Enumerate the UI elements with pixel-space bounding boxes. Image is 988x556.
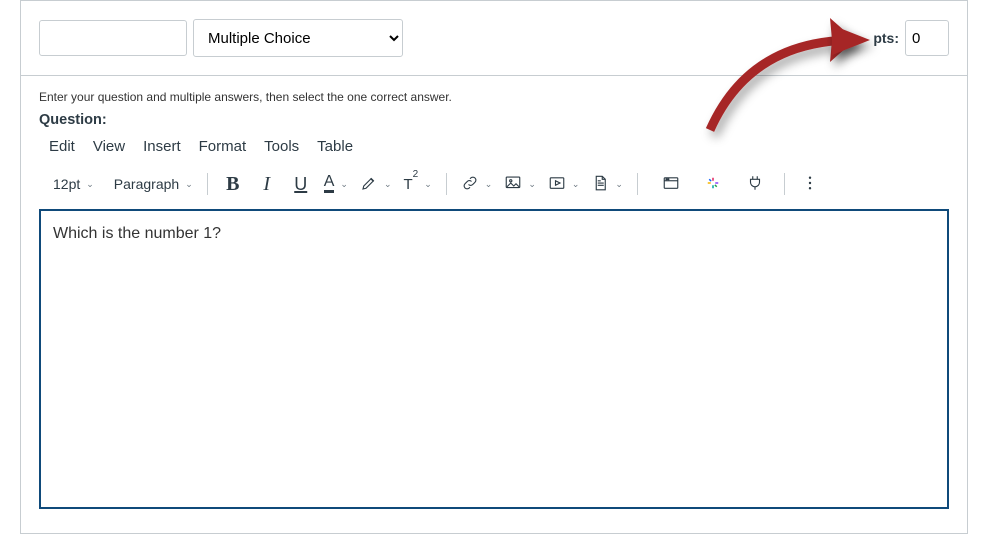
chevron-down-icon: ⌄	[384, 179, 392, 190]
chevron-down-icon: ⌄	[485, 179, 493, 190]
image-button[interactable]: ⌄	[500, 171, 540, 197]
question-header-bar: Multiple Choice pts:	[21, 1, 967, 76]
embed-button[interactable]	[740, 171, 770, 197]
document-icon	[591, 174, 609, 195]
plug-icon	[746, 174, 764, 195]
bold-button[interactable]: B	[218, 171, 248, 197]
menu-tools[interactable]: Tools	[264, 138, 299, 155]
italic-icon: I	[263, 173, 270, 196]
chevron-down-icon: ⌄	[615, 179, 623, 190]
underline-button[interactable]: U	[286, 171, 316, 197]
instruction-text: Enter your question and multiple answers…	[39, 90, 949, 104]
points-label: pts:	[873, 30, 899, 46]
menu-format[interactable]: Format	[199, 138, 247, 155]
editor-toolbar: 12pt ⌄ Paragraph ⌄ B I U A ⌄	[39, 167, 949, 209]
chevron-down-icon: ⌄	[340, 179, 348, 190]
superscript-button[interactable]: T2 ⌄	[400, 171, 436, 197]
highlighter-icon	[360, 174, 378, 195]
font-size-dropdown[interactable]: 12pt ⌄	[49, 176, 98, 192]
image-icon	[504, 174, 522, 195]
more-button[interactable]	[795, 171, 825, 197]
question-text-editor[interactable]: Which is the number 1?	[39, 209, 949, 509]
separator	[784, 173, 785, 195]
italic-button[interactable]: I	[252, 171, 282, 197]
chevron-down-icon: ⌄	[185, 179, 193, 190]
text-color-icon: A	[324, 175, 335, 193]
chevron-down-icon: ⌄	[528, 179, 536, 190]
sparkle-button[interactable]	[698, 171, 728, 197]
bold-icon: B	[226, 173, 239, 196]
media-icon	[548, 174, 566, 195]
apps-button[interactable]	[656, 171, 686, 197]
question-name-input[interactable]	[39, 20, 187, 56]
question-body: Enter your question and multiple answers…	[21, 76, 967, 533]
apps-icon	[662, 174, 680, 195]
highlight-color-button[interactable]: ⌄	[356, 171, 396, 197]
kebab-icon	[801, 174, 819, 195]
question-label: Question:	[39, 112, 949, 128]
menu-view[interactable]: View	[93, 138, 125, 155]
points-input[interactable]	[905, 20, 949, 56]
separator	[446, 173, 447, 195]
points-group: pts:	[873, 20, 949, 56]
separator	[207, 173, 208, 195]
underline-icon: U	[294, 174, 307, 195]
menu-edit[interactable]: Edit	[49, 138, 75, 155]
question-type-select[interactable]: Multiple Choice	[193, 19, 403, 57]
menu-insert[interactable]: Insert	[143, 138, 181, 155]
font-size-label: 12pt	[53, 176, 80, 192]
superscript-icon: T2	[404, 175, 419, 193]
question-editor-panel: Multiple Choice pts: Enter your question…	[20, 0, 968, 534]
block-format-dropdown[interactable]: Paragraph ⌄	[110, 176, 197, 192]
sparkle-icon	[704, 174, 722, 195]
media-button[interactable]: ⌄	[544, 171, 584, 197]
chevron-down-icon: ⌄	[424, 179, 432, 190]
document-button[interactable]: ⌄	[587, 171, 627, 197]
text-color-button[interactable]: A ⌄	[320, 171, 352, 197]
editor-menubar: Edit View Insert Format Tools Table	[39, 138, 949, 155]
separator	[637, 173, 638, 195]
link-icon	[461, 174, 479, 195]
link-button[interactable]: ⌄	[457, 171, 497, 197]
menu-table[interactable]: Table	[317, 138, 353, 155]
chevron-down-icon: ⌄	[86, 179, 94, 190]
chevron-down-icon: ⌄	[572, 179, 580, 190]
block-format-label: Paragraph	[114, 176, 179, 192]
